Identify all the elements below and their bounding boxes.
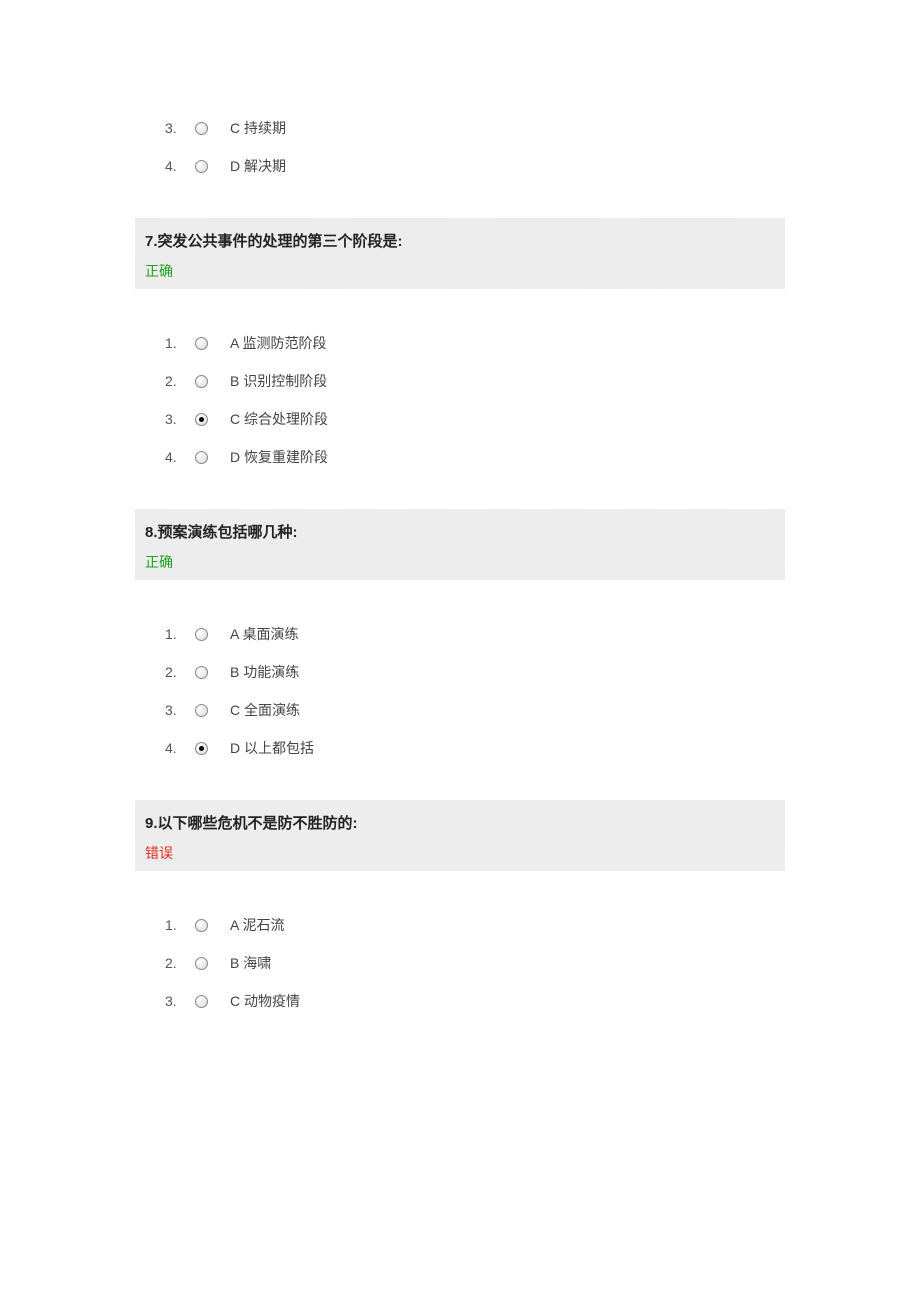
option-number: 3. [165, 120, 195, 136]
question-title: 9.以下哪些危机不是防不胜防的: [145, 812, 775, 833]
option-row: 3. C 持续期 [135, 118, 785, 138]
option-row: 1. A 监测防范阶段 [135, 333, 785, 353]
radio-button[interactable] [195, 995, 208, 1008]
radio-button[interactable] [195, 742, 208, 755]
options-list: 1. A 桌面演练 2. B 功能演练 3. C 全面演练 4. D 以上都包括 [135, 624, 785, 758]
radio-button[interactable] [195, 451, 208, 464]
option-number: 1. [165, 917, 195, 933]
option-label: B 功能演练 [230, 662, 299, 682]
radio-button[interactable] [195, 919, 208, 932]
option-row: 2. B 识别控制阶段 [135, 371, 785, 391]
radio-button[interactable] [195, 337, 208, 350]
option-row: 2. B 海啸 [135, 953, 785, 973]
question-status: 正确 [145, 261, 775, 281]
option-label: A 泥石流 [230, 915, 284, 935]
option-number: 3. [165, 702, 195, 718]
option-row: 4. D 以上都包括 [135, 738, 785, 758]
option-row: 3. C 动物疫情 [135, 991, 785, 1011]
option-row: 3. C 综合处理阶段 [135, 409, 785, 429]
question-block-7: 7.突发公共事件的处理的第三个阶段是: 正确 1. A 监测防范阶段 2. B … [135, 218, 785, 467]
question-header: 8.预案演练包括哪几种: 正确 [135, 509, 785, 580]
option-label: A 监测防范阶段 [230, 333, 326, 353]
radio-button[interactable] [195, 375, 208, 388]
option-row: 4. D 解决期 [135, 156, 785, 176]
radio-button[interactable] [195, 957, 208, 970]
option-number: 4. [165, 740, 195, 756]
option-label: D 恢复重建阶段 [230, 447, 328, 467]
option-number: 2. [165, 955, 195, 971]
options-list: 1. A 泥石流 2. B 海啸 3. C 动物疫情 [135, 915, 785, 1011]
option-number: 1. [165, 626, 195, 642]
option-row: 1. A 桌面演练 [135, 624, 785, 644]
option-number: 2. [165, 373, 195, 389]
radio-button[interactable] [195, 704, 208, 717]
option-label: C 动物疫情 [230, 991, 300, 1011]
option-number: 3. [165, 993, 195, 1009]
option-label: C 综合处理阶段 [230, 409, 328, 429]
radio-button[interactable] [195, 413, 208, 426]
option-row: 1. A 泥石流 [135, 915, 785, 935]
question-title: 8.预案演练包括哪几种: [145, 521, 775, 542]
question-status: 正确 [145, 552, 775, 572]
question-status: 错误 [145, 843, 775, 863]
question-header: 7.突发公共事件的处理的第三个阶段是: 正确 [135, 218, 785, 289]
question-block-9: 9.以下哪些危机不是防不胜防的: 错误 1. A 泥石流 2. B 海啸 3. … [135, 800, 785, 1011]
option-label: D 以上都包括 [230, 738, 314, 758]
option-number: 4. [165, 158, 195, 174]
question-block-8: 8.预案演练包括哪几种: 正确 1. A 桌面演练 2. B 功能演练 3. C… [135, 509, 785, 758]
option-label: B 识别控制阶段 [230, 371, 327, 391]
quiz-page: 3. C 持续期 4. D 解决期 7.突发公共事件的处理的第三个阶段是: 正确… [0, 0, 920, 1089]
option-label: B 海啸 [230, 953, 271, 973]
option-row: 2. B 功能演练 [135, 662, 785, 682]
radio-button[interactable] [195, 628, 208, 641]
option-label: C 全面演练 [230, 700, 300, 720]
radio-button[interactable] [195, 160, 208, 173]
option-row: 4. D 恢复重建阶段 [135, 447, 785, 467]
option-number: 2. [165, 664, 195, 680]
option-label: A 桌面演练 [230, 624, 298, 644]
option-number: 1. [165, 335, 195, 351]
options-list: 1. A 监测防范阶段 2. B 识别控制阶段 3. C 综合处理阶段 4. D… [135, 333, 785, 467]
partial-options: 3. C 持续期 4. D 解决期 [135, 118, 785, 176]
question-header: 9.以下哪些危机不是防不胜防的: 错误 [135, 800, 785, 871]
option-label: C 持续期 [230, 118, 286, 138]
question-title: 7.突发公共事件的处理的第三个阶段是: [145, 230, 775, 251]
option-number: 4. [165, 449, 195, 465]
radio-button[interactable] [195, 666, 208, 679]
radio-button[interactable] [195, 122, 208, 135]
option-number: 3. [165, 411, 195, 427]
option-row: 3. C 全面演练 [135, 700, 785, 720]
option-label: D 解决期 [230, 156, 286, 176]
